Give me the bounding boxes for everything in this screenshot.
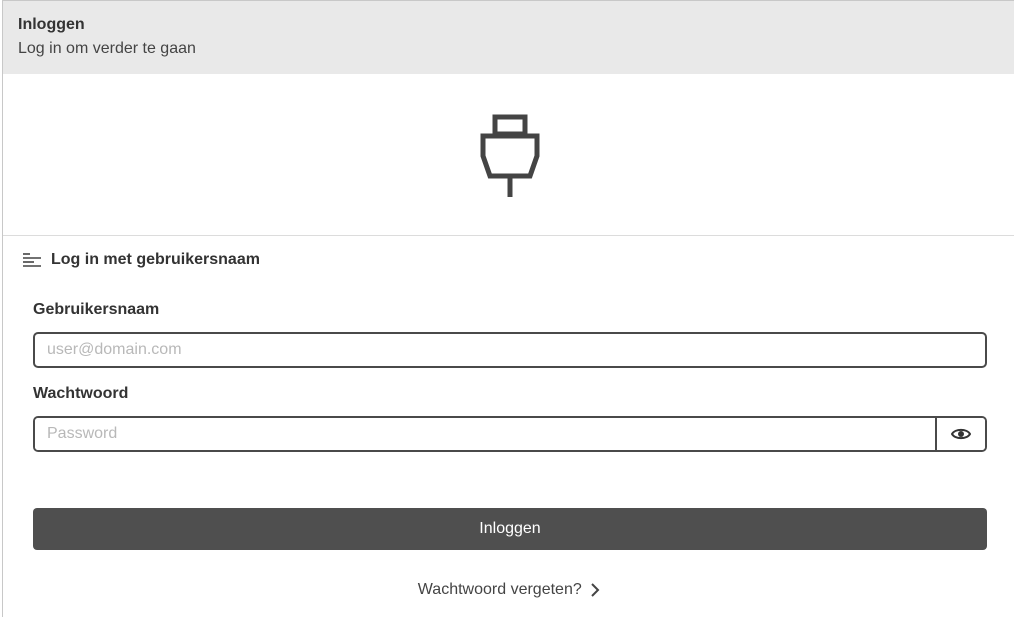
- eye-icon: [951, 428, 971, 440]
- logo-area: [3, 74, 1014, 236]
- page-subtitle: Log in om verder te gaan: [18, 40, 196, 57]
- list-icon: [23, 253, 41, 267]
- page-title: Inloggen: [18, 16, 85, 33]
- login-panel: Inloggen Log in om verder te gaan Log in…: [2, 0, 1014, 617]
- username-field[interactable]: [33, 332, 987, 368]
- login-method-title: Log in met gebruikersnaam: [51, 251, 260, 268]
- show-password-button[interactable]: [935, 418, 985, 450]
- chevron-right-icon: [591, 583, 600, 597]
- password-label: Wachtwoord: [33, 385, 129, 402]
- plug-icon: [480, 114, 540, 197]
- login-button[interactable]: Inloggen: [33, 508, 987, 550]
- forgot-password-link[interactable]: Wachtwoord vergeten?: [3, 581, 1014, 599]
- forgot-password-label: Wachtwoord vergeten?: [417, 581, 582, 598]
- panel-header: Inloggen Log in om verder te gaan: [3, 1, 1014, 74]
- username-label: Gebruikersnaam: [33, 301, 160, 318]
- password-field[interactable]: [35, 418, 935, 450]
- login-method-header: Log in met gebruikersnaam: [23, 251, 260, 269]
- password-field-group: [33, 416, 987, 452]
